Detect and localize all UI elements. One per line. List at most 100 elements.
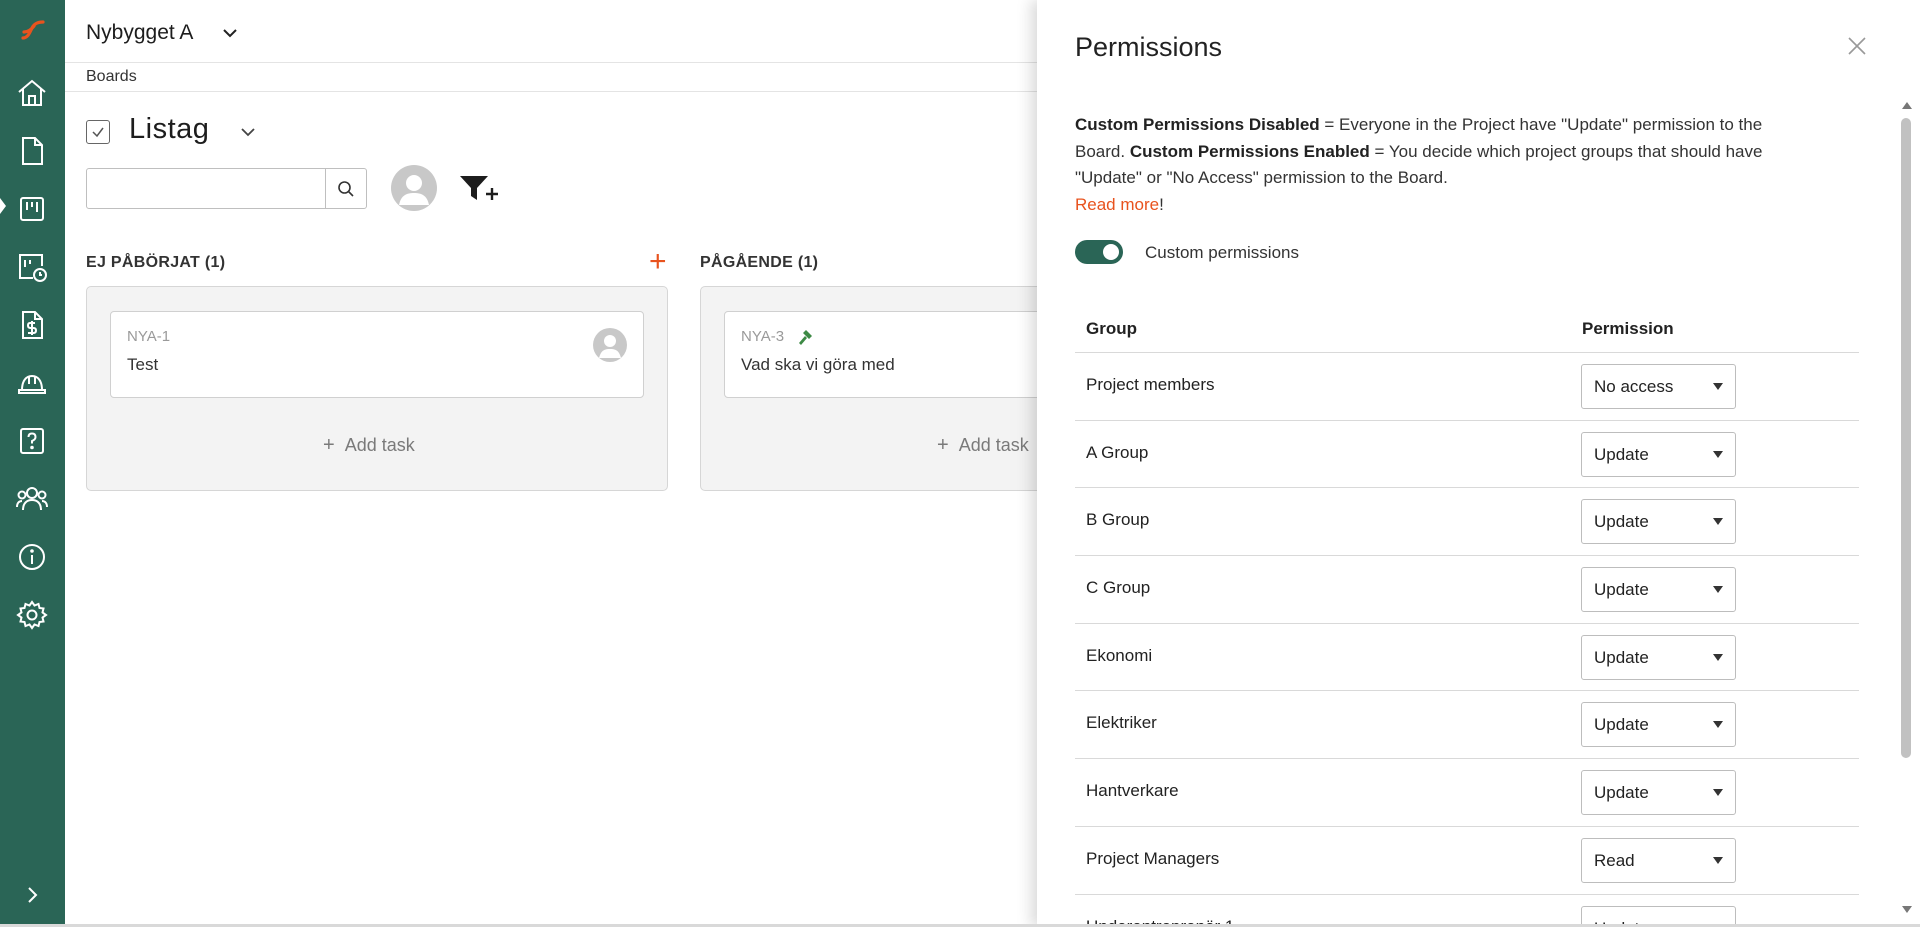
group-name: A Group [1086, 442, 1149, 462]
card-id: NYA-3 [741, 328, 785, 345]
toggle-knob [1103, 244, 1119, 260]
user-filter-avatar[interactable] [391, 165, 437, 211]
group-name: Project members [1086, 375, 1215, 394]
hardhat-icon[interactable] [13, 364, 51, 402]
close-icon[interactable] [1845, 34, 1869, 58]
dropdown-arrow-icon [1713, 721, 1723, 729]
permission-value: Update [1594, 512, 1649, 532]
scroll-up-icon[interactable] [1902, 102, 1912, 109]
board-schedule-icon[interactable] [13, 248, 51, 286]
board-check-icon [86, 120, 110, 144]
column-header-permission: Permission [1582, 319, 1674, 338]
scroll-thumb[interactable] [1901, 118, 1911, 758]
table-row: Underentreprenör 1 Update [1075, 895, 1859, 927]
search-input[interactable] [87, 169, 327, 208]
read-more-suffix: ! [1159, 194, 1164, 214]
dropdown-arrow-icon [1713, 518, 1723, 526]
breadcrumb[interactable]: Boards [86, 68, 137, 86]
board-column: NYA-1 Test + Add task [86, 286, 668, 491]
info-icon[interactable] [13, 538, 51, 576]
board-chevron-down-icon[interactable] [237, 121, 259, 143]
add-task-label: Add task [958, 435, 1029, 455]
permission-value: Update [1594, 647, 1649, 667]
permission-value: Update [1594, 580, 1649, 600]
permissions-panel: Permissions Custom Permissions Disabled … [1037, 0, 1920, 927]
table-row: Project members No access [1075, 353, 1859, 421]
table-header: Group Permission [1075, 305, 1859, 353]
breadcrumb-bar: Boards [65, 62, 1065, 92]
board-icon[interactable] [13, 190, 51, 228]
chevron-down-icon[interactable] [219, 22, 241, 44]
dropdown-arrow-icon [1713, 586, 1723, 594]
permission-select[interactable]: Update [1581, 702, 1736, 748]
permission-select[interactable]: Update [1581, 431, 1736, 477]
permission-value: Update [1594, 783, 1649, 803]
logo-icon[interactable] [0, 0, 65, 62]
table-row: Hantverkare Update [1075, 759, 1859, 827]
dropdown-arrow-icon [1713, 653, 1723, 661]
search-button[interactable] [325, 169, 366, 208]
group-name: Elektriker [1086, 713, 1157, 733]
dropdown-arrow-icon [1713, 856, 1723, 864]
invoice-icon[interactable] [13, 306, 51, 344]
card-id: NYA-1 [127, 328, 171, 345]
search-icon [338, 180, 354, 197]
group-name: C Group [1086, 578, 1151, 598]
panel-title: Permissions [1075, 32, 1223, 62]
column-title: PÅGÅENDE (1) [700, 254, 819, 271]
project-title[interactable]: Nybygget A [86, 21, 193, 45]
gavel-icon [797, 328, 815, 351]
read-more-link[interactable]: Read more [1075, 195, 1159, 214]
settings-icon[interactable] [13, 596, 51, 634]
permission-select[interactable]: Update [1581, 567, 1736, 613]
dropdown-arrow-icon [1713, 383, 1723, 390]
desc-strong-enabled: Custom Permissions Enabled [1129, 141, 1370, 161]
permission-value: Read [1594, 850, 1635, 870]
expand-icon[interactable] [13, 876, 51, 914]
add-task-button[interactable]: + Add task [323, 434, 415, 457]
table-row: C Group Update [1075, 556, 1859, 624]
active-item-marker [0, 198, 6, 214]
permission-select[interactable]: Update [1581, 770, 1736, 816]
table-row: Project Managers Read [1075, 827, 1859, 895]
dropdown-arrow-icon [1713, 450, 1723, 458]
permission-select[interactable]: Read [1581, 837, 1736, 883]
scroll-down-icon[interactable] [1902, 906, 1912, 913]
users-icon[interactable] [13, 480, 51, 518]
project-header: Nybygget A [65, 0, 1065, 62]
add-task-label: Add task [344, 435, 415, 455]
table-row: Elektriker Update [1075, 691, 1859, 760]
toggle-label: Custom permissions [1145, 243, 1299, 262]
task-card[interactable]: NYA-1 Test [110, 311, 644, 398]
permission-select[interactable]: No access [1581, 364, 1736, 409]
help-icon[interactable] [13, 422, 51, 460]
plus-icon: + [937, 434, 949, 456]
permission-value: Update [1594, 715, 1649, 735]
permission-select[interactable]: Update [1581, 634, 1736, 680]
table-row: Ekonomi Update [1075, 624, 1859, 692]
add-filter-icon[interactable] [458, 172, 502, 204]
table-row: B Group Update [1075, 488, 1859, 557]
sidebar [0, 0, 65, 927]
group-name: Project Managers [1086, 848, 1220, 868]
dropdown-arrow-icon [1713, 789, 1723, 797]
permissions-table: Group Permission Project members No acce… [1075, 305, 1859, 927]
home-icon[interactable] [13, 74, 51, 112]
group-name: B Group [1086, 510, 1150, 530]
add-task-plus-icon[interactable]: + [649, 247, 667, 277]
panel-scrollbar[interactable] [1900, 96, 1912, 916]
permission-value: Update [1594, 444, 1649, 464]
plus-icon: + [323, 434, 335, 456]
avatar[interactable] [593, 328, 627, 362]
permission-select[interactable]: Update [1581, 499, 1736, 545]
custom-permissions-toggle[interactable] [1075, 240, 1123, 264]
permissions-description: Custom Permissions Disabled = Everyone i… [1075, 112, 1815, 218]
add-task-button[interactable]: + Add task [937, 434, 1029, 457]
column-header-group: Group [1086, 319, 1137, 338]
permission-value: No access [1594, 377, 1674, 396]
group-name: Hantverkare [1086, 781, 1179, 801]
card-title: Vad ska vi göra med [741, 355, 895, 374]
document-icon[interactable] [13, 132, 51, 170]
board-title: Listag [129, 113, 210, 145]
group-name: Ekonomi [1086, 645, 1153, 665]
